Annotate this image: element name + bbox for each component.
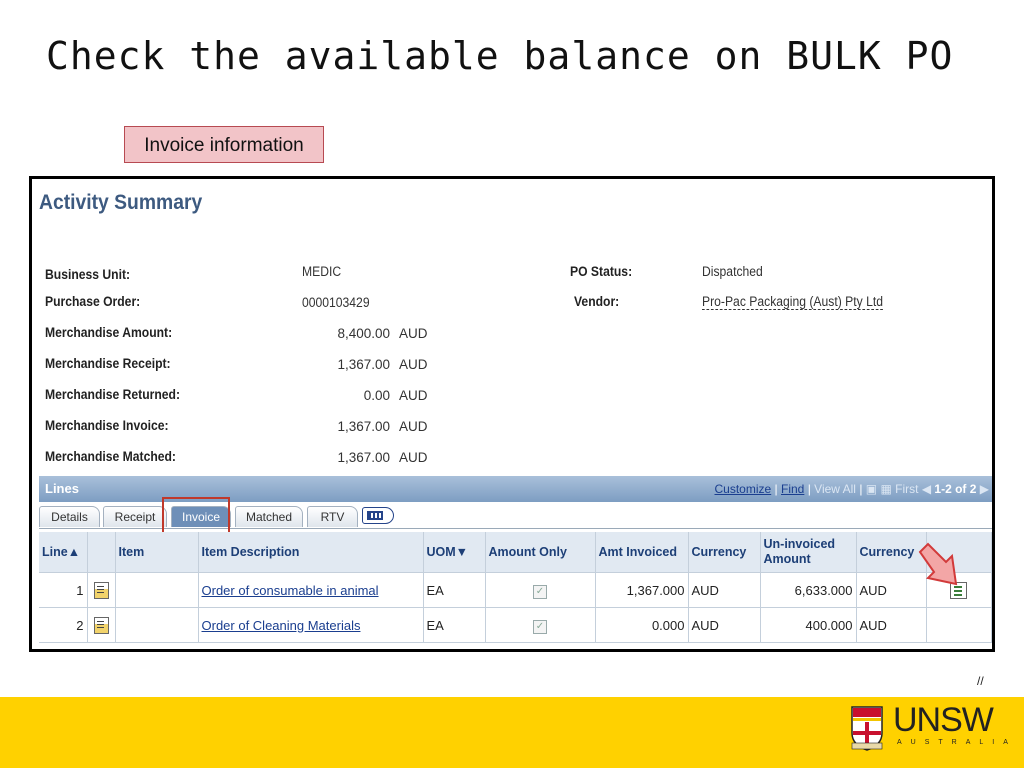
item-cell bbox=[115, 607, 199, 643]
unsw-crest-icon bbox=[851, 706, 883, 751]
po-status-label: PO Status: bbox=[570, 264, 633, 279]
tab-rtv[interactable]: RTV bbox=[307, 506, 358, 527]
merchandise-invoice-currency: AUD bbox=[399, 419, 428, 434]
line-number: 1 bbox=[39, 572, 88, 608]
column-header-line[interactable]: Line▲ bbox=[39, 532, 88, 573]
tab-details[interactable]: Details bbox=[39, 506, 100, 527]
grid-navigation: Customize | Find | View All | ▣ ▦ First … bbox=[715, 482, 990, 496]
vendor-label: Vendor: bbox=[574, 294, 620, 309]
merchandise-receipt-label: Merchandise Receipt: bbox=[45, 356, 171, 371]
item-description-link[interactable]: Order of Cleaning Materials bbox=[202, 618, 361, 633]
uom-cell: EA bbox=[423, 572, 486, 608]
merchandise-returned-currency: AUD bbox=[399, 388, 428, 403]
column-header-description[interactable]: Item Description bbox=[198, 532, 424, 573]
invoice-info-callout: Invoice information bbox=[124, 126, 324, 163]
column-header-amount-only[interactable]: Amount Only bbox=[485, 532, 596, 573]
merchandise-matched-value: 1,367.00 bbox=[337, 450, 390, 465]
amt-invoiced-cell: 1,367.000 bbox=[595, 572, 689, 608]
uninvoiced-amount-cell: 400.000 bbox=[760, 607, 857, 643]
merchandise-returned-label: Merchandise Returned: bbox=[45, 387, 181, 402]
line-number: 2 bbox=[39, 607, 88, 643]
business-unit-label: Business Unit: bbox=[45, 267, 131, 282]
column-header-currency[interactable]: Currency bbox=[688, 532, 761, 573]
sort-asc-icon: ▲ bbox=[67, 544, 81, 559]
column-header-icon bbox=[87, 532, 116, 573]
invoice-tab-highlight bbox=[162, 497, 230, 536]
nav-separator: | bbox=[774, 482, 778, 496]
first-link[interactable]: First bbox=[895, 482, 918, 496]
merchandise-invoice-label: Merchandise Invoice: bbox=[45, 418, 169, 433]
page-title: Activity Summary bbox=[39, 191, 203, 214]
column-header-uom[interactable]: UOM▼ bbox=[423, 532, 486, 573]
amount-only-checkbox: ✓ bbox=[533, 584, 547, 599]
column-header-amt-invoiced[interactable]: Amt Invoiced bbox=[595, 532, 689, 573]
next-icon[interactable]: ▶ bbox=[980, 482, 989, 496]
table-row: 1 Order of consumable in animal EA ✓ 1,3… bbox=[39, 572, 992, 608]
unsw-logo-subtitle: AUSTRALIA bbox=[897, 739, 1017, 746]
item-description-link[interactable]: Order of consumable in animal bbox=[202, 583, 379, 598]
lines-grid: Line▲ Item Item Description UOM▼ Amount … bbox=[39, 532, 992, 643]
tab-receipt[interactable]: Receipt bbox=[103, 506, 167, 527]
show-all-columns-icon[interactable] bbox=[362, 507, 394, 524]
currency-cell-2: AUD bbox=[856, 607, 927, 643]
item-cell bbox=[115, 572, 199, 608]
merchandise-matched-currency: AUD bbox=[399, 450, 428, 465]
merchandise-receipt-value: 1,367.00 bbox=[337, 357, 390, 372]
merchandise-amount-value: 8,400.00 bbox=[337, 326, 390, 341]
purchase-order-value: 0000103429 bbox=[302, 295, 370, 310]
line-details-icon[interactable] bbox=[93, 616, 109, 634]
customize-link[interactable]: Customize bbox=[715, 482, 772, 496]
merchandise-amount-currency: AUD bbox=[399, 326, 428, 341]
amount-only-checkbox: ✓ bbox=[533, 619, 547, 634]
po-status-value: Dispatched bbox=[702, 264, 763, 279]
column-header-item[interactable]: Item bbox=[115, 532, 199, 573]
merchandise-amount-label: Merchandise Amount: bbox=[45, 325, 173, 340]
lines-title: Lines bbox=[45, 481, 79, 496]
slide-title: Check the available balance on BULK PO bbox=[46, 34, 954, 78]
business-unit-value: MEDIC bbox=[302, 264, 342, 279]
sort-desc-icon: ▼ bbox=[455, 544, 469, 559]
grid-icon[interactable]: ▦ bbox=[880, 482, 891, 496]
find-link[interactable]: Find bbox=[781, 482, 804, 496]
uom-cell: EA bbox=[423, 607, 486, 643]
currency-cell: AUD bbox=[688, 572, 761, 608]
currency-cell-2: AUD bbox=[856, 572, 927, 608]
amt-invoiced-cell: 0.000 bbox=[595, 607, 689, 643]
uninvoiced-amount-cell: 6,633.000 bbox=[760, 572, 857, 608]
tab-matched[interactable]: Matched bbox=[235, 506, 303, 527]
merchandise-matched-label: Merchandise Matched: bbox=[45, 449, 176, 464]
nav-separator: | bbox=[859, 482, 863, 496]
currency-cell: AUD bbox=[688, 607, 761, 643]
vendor-link[interactable]: Pro-Pac Packaging (Aust) Pty Ltd bbox=[702, 294, 883, 310]
previous-icon[interactable]: ◀ bbox=[922, 482, 931, 496]
table-row: 2 Order of Cleaning Materials EA ✓ 0.000… bbox=[39, 607, 992, 643]
row-count: 1-2 of 2 bbox=[934, 482, 977, 496]
red-arrow-icon bbox=[918, 542, 958, 586]
merchandise-returned-value: 0.00 bbox=[363, 388, 390, 403]
view-all-link[interactable]: View All bbox=[814, 482, 856, 496]
column-header-currency-2[interactable]: Currency bbox=[856, 532, 927, 573]
merchandise-invoice-value: 1,367.00 bbox=[337, 419, 390, 434]
activity-summary-window: Activity Summary Business Unit: MEDIC PO… bbox=[29, 176, 995, 652]
download-icon[interactable]: ▣ bbox=[866, 482, 877, 496]
unsw-logo: UNSW bbox=[893, 701, 994, 739]
page-mark: // bbox=[977, 674, 984, 688]
line-details-icon[interactable] bbox=[93, 581, 109, 599]
nav-separator: | bbox=[807, 482, 811, 496]
column-header-uninvoiced[interactable]: Un-invoiced Amount bbox=[760, 532, 857, 573]
merchandise-receipt-currency: AUD bbox=[399, 357, 428, 372]
purchase-order-label: Purchase Order: bbox=[45, 294, 141, 309]
